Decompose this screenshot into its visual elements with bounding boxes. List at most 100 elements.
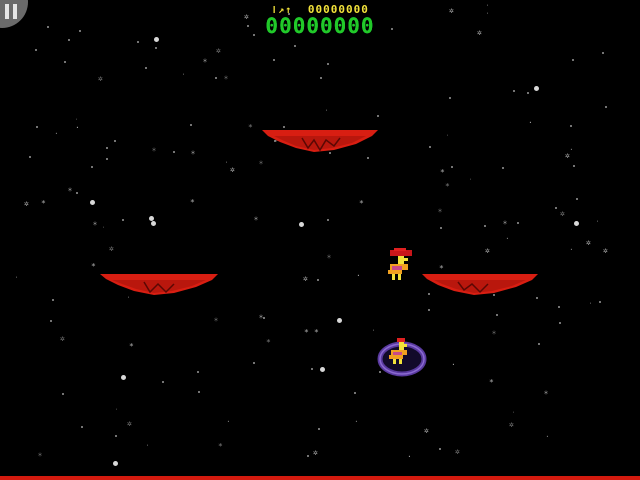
- star: ⁎: [492, 327, 496, 336]
- star: ·: [226, 417, 231, 426]
- star: *: [304, 328, 309, 337]
- star: ⁎: [203, 55, 207, 64]
- star: [559, 322, 561, 324]
- star: [52, 299, 54, 301]
- player-ostrich-rider: [388, 248, 412, 280]
- star: [496, 314, 498, 316]
- star: [155, 47, 157, 49]
- star: ✲: [230, 165, 235, 174]
- star: ˙: [101, 226, 106, 235]
- star: [527, 92, 529, 94]
- star: ⁎: [254, 213, 258, 222]
- star: ˙: [126, 296, 131, 305]
- star: [576, 198, 578, 200]
- star: [162, 381, 164, 383]
- star: ✲: [216, 46, 221, 55]
- star: ⁎: [68, 184, 72, 193]
- star: ·: [356, 271, 361, 280]
- star: [555, 207, 557, 209]
- star: ·: [354, 417, 359, 426]
- star: ·: [54, 129, 59, 138]
- star: [149, 216, 154, 221]
- star: [538, 343, 540, 345]
- platform-top: [262, 130, 378, 152]
- star: ✲: [565, 151, 570, 160]
- star: *: [359, 199, 364, 208]
- star: [451, 166, 453, 168]
- star: ˙: [324, 109, 329, 118]
- star: *: [440, 168, 445, 177]
- star: [90, 200, 95, 205]
- star: *: [218, 442, 223, 451]
- star: ⁎: [259, 311, 263, 320]
- star: [91, 166, 93, 168]
- star: [367, 157, 369, 159]
- star: [29, 156, 31, 158]
- star: ✲: [455, 447, 460, 456]
- star: ·: [451, 360, 456, 369]
- star: [428, 309, 430, 311]
- star: ✲: [109, 244, 114, 253]
- star: [317, 279, 319, 281]
- star: [570, 125, 572, 127]
- star: [106, 158, 108, 160]
- star: [327, 63, 329, 65]
- star: [114, 140, 116, 142]
- star: [307, 455, 309, 457]
- star: ˙: [14, 276, 19, 285]
- star: ˙: [595, 220, 600, 229]
- platform-right: [422, 274, 538, 295]
- star: [377, 115, 379, 117]
- star: ✲: [603, 246, 608, 255]
- star: [513, 90, 515, 92]
- star: *: [445, 182, 450, 191]
- star: ✲: [485, 246, 490, 255]
- star: [429, 146, 431, 148]
- star: *: [91, 262, 96, 271]
- platform-left: [100, 274, 218, 295]
- star: [502, 167, 504, 169]
- star: ⁎: [259, 157, 263, 166]
- star: [311, 368, 313, 370]
- star: [121, 375, 126, 380]
- star: ˙: [145, 444, 150, 453]
- player-in-bubble: [377, 338, 427, 377]
- star: [145, 67, 147, 69]
- star: [35, 49, 37, 51]
- star: *: [266, 338, 271, 347]
- star: [68, 39, 70, 41]
- star: [122, 219, 124, 221]
- star: [449, 97, 451, 99]
- star: [64, 61, 66, 63]
- star: [440, 227, 442, 229]
- star: ·: [505, 234, 510, 243]
- star: [320, 77, 322, 79]
- game-stage: ˙˙⁎✲*⁎*˙*·˙˙⁎·˙*✲⁎✲✲⁎˙˙˙·*˙*✲⁎·✲⁎**⁎*··⁎…: [0, 0, 640, 480]
- star: ⁎: [152, 144, 156, 153]
- star: [605, 106, 607, 108]
- star: ˙: [588, 302, 593, 311]
- star: ˙: [511, 411, 516, 420]
- star: ⁎: [93, 218, 97, 227]
- star: [76, 192, 78, 194]
- star: [253, 362, 255, 364]
- star: *: [129, 342, 134, 351]
- star: [572, 59, 574, 61]
- star: [354, 392, 356, 394]
- lava-floor: [0, 476, 640, 480]
- star: [197, 371, 199, 373]
- star: ⁎: [438, 205, 442, 214]
- star: [151, 221, 156, 226]
- star: ·: [75, 123, 80, 132]
- star: [62, 393, 64, 395]
- star: [558, 306, 560, 308]
- star: [273, 59, 275, 61]
- star: [327, 219, 329, 221]
- star: [573, 165, 575, 167]
- star: ·: [569, 245, 574, 254]
- star: ⁎: [214, 314, 218, 323]
- star: [198, 391, 200, 393]
- star: ·: [528, 118, 533, 127]
- star: [320, 367, 325, 372]
- star: [190, 124, 192, 126]
